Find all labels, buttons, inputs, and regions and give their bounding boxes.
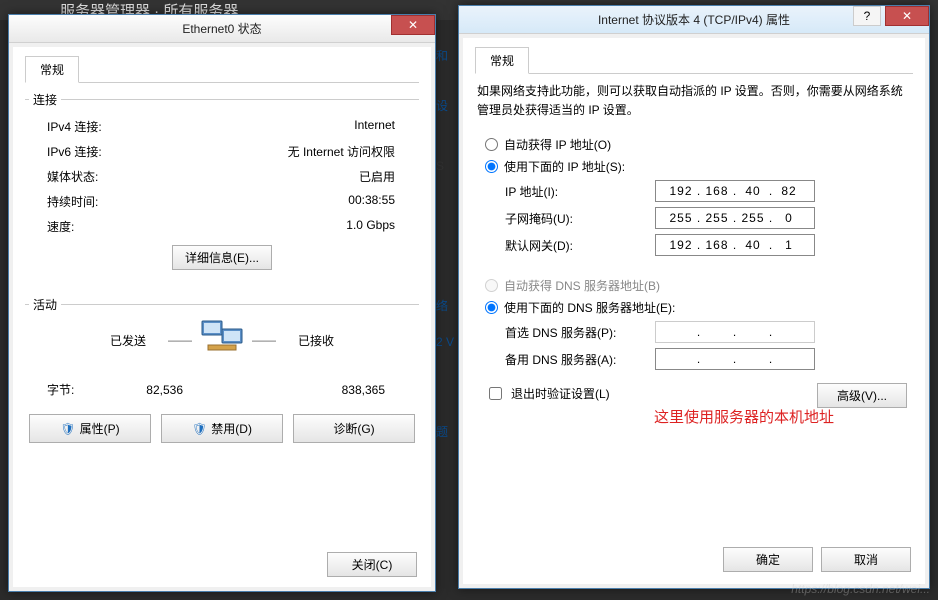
shield-icon: 🛡 — [192, 422, 207, 436]
ipv6-value: 无 Internet 访问权限 — [127, 143, 415, 160]
close-icon[interactable]: ✕ — [885, 6, 929, 26]
ip-octet: 40 — [738, 238, 768, 252]
ipv4-value: Internet — [127, 118, 415, 135]
media-value: 已启用 — [127, 168, 415, 185]
properties-button[interactable]: 🛡 属性(P) — [29, 414, 151, 443]
ok-button[interactable]: 确定 — [723, 547, 813, 572]
cancel-button[interactable]: 取消 — [821, 547, 911, 572]
network-icon — [200, 319, 244, 361]
connection-section: 连接 IPv4 连接:Internet IPv6 连接:无 Internet 访… — [25, 91, 419, 278]
bytes-recv: 838,365 — [277, 383, 415, 397]
ip-octet: 168 — [702, 184, 732, 198]
annotation-text: 这里使用服务器的本机地址 — [654, 406, 834, 427]
disable-label: 禁用(D) — [211, 420, 252, 437]
bg-frag: 络 — [436, 296, 458, 316]
ip-octet: 255 — [666, 211, 696, 225]
close-button[interactable]: 关闭(C) — [327, 552, 417, 577]
duration-label: 持续时间: — [47, 193, 127, 210]
titlebar[interactable]: Internet 协议版本 4 (TCP/IPv4) 属性 ? ✕ — [459, 6, 929, 34]
subnet-mask-label: 子网掩码(U): — [505, 210, 655, 227]
properties-label: 属性(P) — [80, 420, 120, 437]
ip-octet: 255 — [702, 211, 732, 225]
dns2-label: 备用 DNS 服务器(A): — [505, 351, 655, 368]
duration-value: 00:38:55 — [127, 193, 415, 210]
gateway-field[interactable]: 192. 168. 40. 1 — [655, 234, 815, 256]
bg-frag: 和 — [436, 46, 458, 66]
media-label: 媒体状态: — [47, 168, 127, 185]
close-icon[interactable]: ✕ — [391, 15, 435, 35]
bg-frag: 设 — [436, 96, 458, 116]
sent-label: 已发送 — [29, 332, 160, 349]
dns2-field[interactable]: ... — [655, 348, 815, 370]
radio-auto-ip[interactable]: 自动获得 IP 地址(O) — [485, 136, 913, 153]
ip-octet: 40 — [738, 184, 768, 198]
dns1-label: 首选 DNS 服务器(P): — [505, 324, 655, 341]
dash: —— — [160, 333, 200, 347]
activity-section: 活动 已发送 —— —— 已接收 字节: 82,53 — [25, 296, 419, 400]
ip-octet: 82 — [774, 184, 804, 198]
ip-octet: 168 — [702, 238, 732, 252]
watermark: https://blog.csdn.net/wei... — [791, 582, 930, 596]
description-text: 如果网络支持此功能，则可以获取自动指派的 IP 设置。否则，你需要从网络系统管理… — [477, 82, 911, 120]
disable-button[interactable]: 🛡 禁用(D) — [161, 414, 283, 443]
ethernet-status-window: Ethernet0 状态 ✕ 常规 连接 IPv4 连接:Internet IP… — [8, 14, 436, 592]
ipv4-label: IPv4 连接: — [47, 118, 127, 135]
radio-auto-ip-input[interactable] — [485, 138, 498, 151]
details-button[interactable]: 详细信息(E)... — [172, 245, 272, 270]
speed-label: 速度: — [47, 218, 127, 235]
ip-octet: 0 — [774, 211, 804, 225]
connection-legend: 连接 — [29, 91, 61, 108]
help-icon[interactable]: ? — [853, 6, 881, 26]
bg-frag: 2 V — [436, 332, 458, 352]
ip-address-label: IP 地址(I): — [505, 183, 655, 200]
radio-auto-dns: 自动获得 DNS 服务器地址(B) — [485, 277, 913, 294]
ip-octet: 255 — [738, 211, 768, 225]
tab-general[interactable]: 常规 — [475, 47, 529, 74]
bytes-sent: 82,536 — [89, 383, 197, 397]
ip-address-field[interactable]: 192. 168. 40. 82 — [655, 180, 815, 202]
bg-frag: 题 — [436, 422, 458, 442]
bytes-label: 字节: — [29, 381, 89, 398]
recv-label: 已接收 — [284, 332, 415, 349]
tab-strip: 常规 — [25, 55, 419, 83]
diagnose-button[interactable]: 诊断(G) — [293, 414, 415, 443]
radio-auto-ip-label: 自动获得 IP 地址(O) — [504, 136, 611, 153]
activity-legend: 活动 — [29, 296, 61, 313]
radio-manual-dns-input[interactable] — [485, 301, 498, 314]
speed-value: 1.0 Gbps — [127, 218, 415, 235]
radio-auto-dns-input — [485, 279, 498, 292]
gateway-label: 默认网关(D): — [505, 237, 655, 254]
tab-general[interactable]: 常规 — [25, 56, 79, 83]
shield-icon: 🛡 — [60, 422, 75, 436]
tab-strip: 常规 — [475, 46, 913, 74]
validate-checkbox[interactable] — [489, 387, 502, 400]
ipv6-label: IPv6 连接: — [47, 143, 127, 160]
ip-octet: 192 — [666, 184, 696, 198]
subnet-mask-field[interactable]: 255. 255. 255. 0 — [655, 207, 815, 229]
ip-octet: 1 — [774, 238, 804, 252]
validate-label: 退出时验证设置(L) — [511, 385, 610, 402]
advanced-button[interactable]: 高级(V)... — [817, 383, 907, 408]
ip-octet: 192 — [666, 238, 696, 252]
radio-manual-ip-input[interactable] — [485, 160, 498, 173]
window-title: Ethernet0 状态 — [9, 20, 435, 37]
bg-frag: S — [436, 156, 458, 176]
radio-manual-ip-label: 使用下面的 IP 地址(S): — [504, 158, 625, 175]
dash: —— — [244, 333, 284, 347]
radio-manual-dns-label: 使用下面的 DNS 服务器地址(E): — [504, 299, 675, 316]
background-fragments: 和 设 S 络 2 V 题 — [436, 30, 458, 590]
ipv4-properties-window: Internet 协议版本 4 (TCP/IPv4) 属性 ? ✕ 常规 如果网… — [458, 5, 930, 589]
radio-manual-ip[interactable]: 使用下面的 IP 地址(S): — [485, 158, 913, 175]
titlebar[interactable]: Ethernet0 状态 ✕ — [9, 15, 435, 43]
radio-auto-dns-label: 自动获得 DNS 服务器地址(B) — [504, 277, 660, 294]
dns1-field[interactable]: ....... — [655, 321, 815, 343]
radio-manual-dns[interactable]: 使用下面的 DNS 服务器地址(E): — [485, 299, 913, 316]
